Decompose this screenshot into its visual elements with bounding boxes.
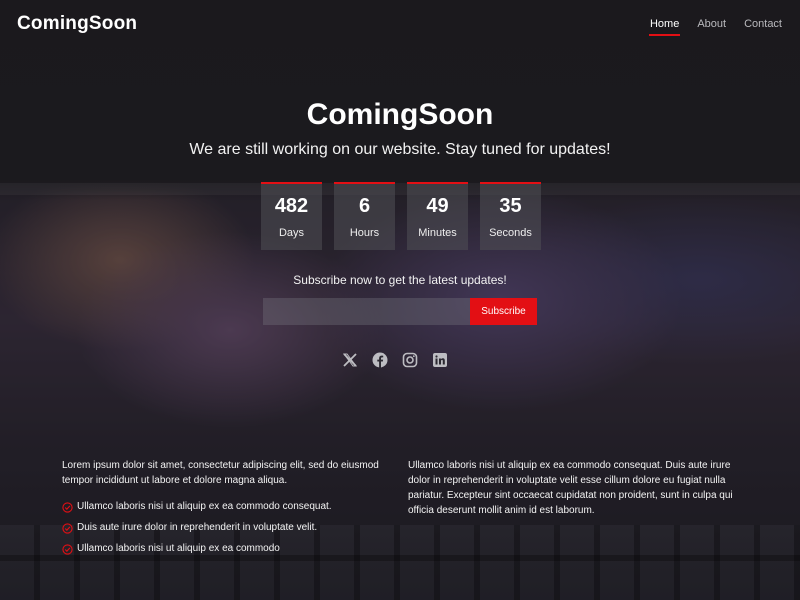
- nav-link-home[interactable]: Home: [648, 18, 681, 36]
- right-column: Ullamco laboris nisi ut aliquip ex ea co…: [408, 458, 738, 518]
- nav-link-contact[interactable]: Contact: [744, 18, 782, 30]
- site-logo[interactable]: ComingSoon: [17, 13, 137, 35]
- countdown-seconds-label: Seconds: [489, 227, 532, 239]
- subscribe-button[interactable]: Subscribe: [470, 298, 537, 325]
- list-item: Duis aute irure dolor in reprehenderit i…: [62, 521, 382, 535]
- check-circle-icon: [62, 522, 73, 534]
- social-links: [342, 352, 448, 368]
- hero-title: ComingSoon: [306, 98, 494, 131]
- countdown-days-value: 482: [274, 195, 309, 217]
- nav-links: Home About Contact: [648, 18, 782, 36]
- hero-subtitle: We are still working on our website. Sta…: [189, 141, 611, 158]
- email-input[interactable]: [263, 298, 470, 325]
- countdown-seconds: 35 Seconds: [480, 182, 541, 250]
- countdown-days-label: Days: [278, 227, 305, 239]
- list-item-text: Ullamco laboris nisi ut aliquip ex ea co…: [77, 501, 332, 512]
- linkedin-icon[interactable]: [432, 352, 448, 368]
- facebook-icon[interactable]: [372, 352, 388, 368]
- x-icon[interactable]: [342, 352, 358, 368]
- countdown-hours-value: 6: [358, 195, 371, 217]
- list-item-text: Ullamco laboris nisi ut aliquip ex ea co…: [77, 543, 280, 554]
- countdown-timer: 482 Days 6 Hours 49 Minutes 35 Seconds: [261, 182, 541, 250]
- countdown-hours-label: Hours: [349, 227, 380, 239]
- check-circle-icon: [62, 543, 73, 555]
- check-circle-icon: [62, 501, 73, 513]
- countdown-hours: 6 Hours: [334, 182, 395, 250]
- countdown-seconds-value: 35: [499, 195, 522, 217]
- left-paragraph: Lorem ipsum dolor sit amet, consectetur …: [62, 460, 379, 486]
- nav-link-about[interactable]: About: [697, 18, 726, 30]
- countdown-days: 482 Days: [261, 182, 322, 250]
- instagram-icon[interactable]: [402, 352, 418, 368]
- list-item: Ullamco laboris nisi ut aliquip ex ea co…: [62, 542, 382, 556]
- list-item: Ullamco laboris nisi ut aliquip ex ea co…: [62, 500, 382, 514]
- right-paragraph: Ullamco laboris nisi ut aliquip ex ea co…: [408, 460, 733, 516]
- list-item-text: Duis aute irure dolor in reprehenderit i…: [77, 522, 318, 533]
- countdown-minutes-label: Minutes: [418, 227, 457, 239]
- feature-checklist: Ullamco laboris nisi ut aliquip ex ea co…: [62, 500, 382, 556]
- left-column: Lorem ipsum dolor sit amet, consectetur …: [62, 458, 382, 563]
- top-nav: ComingSoon Home About Contact: [0, 0, 800, 50]
- countdown-minutes-value: 49: [426, 195, 449, 217]
- countdown-minutes: 49 Minutes: [407, 182, 468, 250]
- subscribe-form: Subscribe: [263, 298, 537, 325]
- subscribe-prompt: Subscribe now to get the latest updates!: [293, 273, 507, 287]
